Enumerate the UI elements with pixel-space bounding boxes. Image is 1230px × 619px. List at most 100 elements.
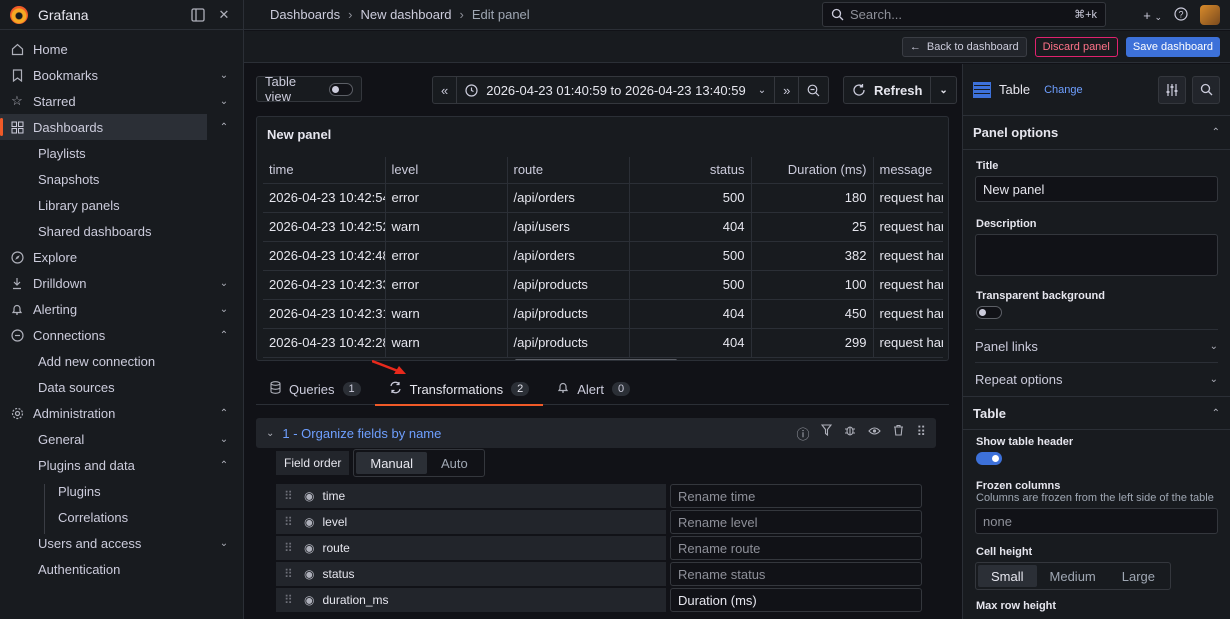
column-header[interactable]: route — [507, 157, 630, 184]
sidebar-item-administration[interactable]: Administration ⌃ — [0, 400, 243, 426]
sidebar-item-shared-dashboards[interactable]: Shared dashboards — [0, 218, 243, 244]
cell-height-medium[interactable]: Medium — [1037, 565, 1109, 587]
close-menu-icon[interactable]: ✕ — [215, 6, 233, 24]
sidebar-item-data-sources[interactable]: Data sources — [0, 374, 243, 400]
eye-icon[interactable]: ◉ — [304, 489, 314, 503]
drag-handle-icon[interactable]: ⠿ — [916, 424, 926, 443]
column-header[interactable]: status — [629, 157, 752, 184]
transformation-header[interactable]: ⌄ 1 - Organize fields by name ⓘ ⠿ — [256, 418, 936, 448]
show-header-switch[interactable] — [976, 452, 1002, 465]
rename-field-input[interactable]: Rename level — [670, 510, 922, 534]
chevron-down-icon[interactable]: ⌄ — [217, 434, 231, 445]
column-header[interactable]: time — [263, 157, 386, 184]
zoom-out-button[interactable] — [799, 77, 828, 103]
chevron-down-icon[interactable]: ⌄ — [217, 278, 231, 289]
chevron-up-icon[interactable]: ⌃ — [217, 408, 231, 419]
chevron-up-icon[interactable]: ⌃ — [217, 460, 231, 471]
discard-panel-button[interactable]: Discard panel — [1034, 36, 1118, 57]
column-header[interactable]: level — [385, 157, 508, 184]
all-options-button[interactable] — [1158, 75, 1186, 104]
sidebar-item-plugins-and-data[interactable]: Plugins and data ⌃ — [0, 452, 243, 478]
sidebar-item-snapshots[interactable]: Snapshots — [0, 166, 243, 192]
drag-handle-icon[interactable]: ⠿ — [284, 515, 304, 529]
sidebar-item-authentication[interactable]: Authentication — [0, 556, 243, 582]
breadcrumb-new-dashboard[interactable]: New dashboard — [360, 7, 451, 22]
table-section-header[interactable]: Table ⌃ — [963, 396, 1230, 430]
eye-icon[interactable]: ◉ — [304, 567, 314, 581]
table-view-toggle[interactable]: Table view — [256, 74, 362, 104]
sidebar-item-starred[interactable]: ☆ Starred ⌄ — [0, 88, 243, 114]
sidebar-item-alerting[interactable]: Alerting ⌄ — [0, 296, 243, 322]
title-input[interactable]: New panel — [975, 176, 1218, 202]
back-to-dashboard-button[interactable]: ← Back to dashboard — [901, 36, 1027, 57]
time-range-button[interactable]: 2026-04-23 01:40:59 to 2026-04-23 13:40:… — [457, 77, 776, 103]
panel-links-section[interactable]: Panel links ⌄ — [975, 330, 1218, 363]
column-header[interactable]: message — [873, 157, 943, 184]
field-order-auto[interactable]: Auto — [427, 452, 482, 474]
sidebar-item-users-and-access[interactable]: Users and access ⌄ — [0, 530, 243, 556]
search-input[interactable]: Search... ⌘+k — [822, 2, 1106, 27]
cell-height-small[interactable]: Small — [978, 565, 1037, 587]
help-icon[interactable]: ? — [1174, 6, 1188, 24]
sidebar-item-plugins[interactable]: Plugins — [0, 478, 243, 504]
grafana-logo-icon[interactable] — [10, 5, 28, 24]
drag-handle-icon[interactable]: ⠿ — [284, 593, 304, 607]
transparent-background-switch[interactable] — [976, 306, 1002, 319]
rename-field-input[interactable]: Rename time — [670, 484, 922, 508]
chevron-up-icon[interactable]: ⌃ — [217, 122, 231, 133]
sidebar-item-dashboards[interactable]: Dashboards ⌃ — [0, 114, 228, 140]
eye-icon[interactable] — [868, 424, 882, 443]
rename-field-input[interactable]: Rename route — [670, 536, 922, 560]
tab-queries[interactable]: Queries 1 — [256, 373, 375, 405]
save-dashboard-button[interactable]: Save dashboard — [1125, 36, 1220, 57]
field-order-manual[interactable]: Manual — [356, 452, 427, 474]
eye-icon[interactable]: ◉ — [304, 593, 314, 607]
refresh-interval-dropdown[interactable]: ⌄ — [931, 77, 955, 103]
drag-handle-icon[interactable]: ⠿ — [284, 567, 304, 581]
sidebar-item-home[interactable]: Home — [0, 36, 243, 62]
drag-handle-icon[interactable]: ⠿ — [284, 489, 304, 503]
chevron-down-icon[interactable]: ⌄ — [266, 428, 274, 439]
add-new-button[interactable]: + ⌄ — [1143, 8, 1162, 23]
chevron-down-icon[interactable]: ⌄ — [217, 304, 231, 315]
sidebar-item-bookmarks[interactable]: Bookmarks ⌄ — [0, 62, 243, 88]
column-header[interactable]: Duration (ms) — [751, 157, 874, 184]
change-visualization-link[interactable]: Change — [1044, 84, 1083, 96]
rename-field-input[interactable]: Duration (ms) — [670, 588, 922, 612]
time-forward-button[interactable]: » — [775, 77, 800, 103]
tab-transformations[interactable]: Transformations 2 — [374, 373, 544, 406]
refresh-button[interactable]: Refresh — [844, 77, 932, 103]
sidebar-item-explore[interactable]: Explore — [0, 244, 243, 270]
sidebar-item-correlations[interactable]: Correlations — [0, 504, 243, 530]
trash-icon[interactable] — [893, 424, 904, 443]
tab-alert[interactable]: Alert 0 — [543, 373, 644, 405]
chevron-down-icon[interactable]: ⌄ — [217, 96, 231, 107]
table-view-switch[interactable] — [328, 82, 353, 96]
avatar[interactable] — [1200, 5, 1220, 25]
horizontal-scrollbar[interactable] — [515, 359, 677, 360]
dock-menu-icon[interactable] — [189, 6, 207, 24]
sidebar-item-connections[interactable]: Connections ⌃ — [0, 322, 243, 348]
cell-height-large[interactable]: Large — [1109, 565, 1168, 587]
sidebar-item-playlists[interactable]: Playlists — [0, 140, 243, 166]
frozen-columns-input[interactable]: none — [975, 508, 1218, 534]
repeat-options-section[interactable]: Repeat options ⌄ — [975, 363, 1218, 396]
description-textarea[interactable] — [975, 234, 1218, 276]
chevron-down-icon[interactable]: ⌄ — [217, 70, 231, 81]
rename-field-input[interactable]: Rename status — [670, 562, 922, 586]
drag-handle-icon[interactable]: ⠿ — [284, 541, 304, 555]
chevron-down-icon[interactable]: ⌄ — [217, 538, 231, 549]
search-options-button[interactable] — [1192, 75, 1220, 104]
sidebar-item-drilldown[interactable]: Drilldown ⌄ — [0, 270, 243, 296]
breadcrumb-dashboards[interactable]: Dashboards — [270, 7, 340, 22]
eye-icon[interactable]: ◉ — [304, 515, 314, 529]
sidebar-item-add-new-connection[interactable]: Add new connection — [0, 348, 243, 374]
eye-icon[interactable]: ◉ — [304, 541, 314, 555]
panel-options-header[interactable]: Panel options ⌃ — [963, 116, 1230, 150]
info-icon[interactable]: ⓘ — [796, 424, 809, 443]
debug-icon[interactable] — [844, 424, 856, 443]
sidebar-item-library-panels[interactable]: Library panels — [0, 192, 243, 218]
time-back-button[interactable]: « — [433, 77, 458, 103]
chevron-up-icon[interactable]: ⌃ — [217, 330, 231, 341]
sidebar-item-general[interactable]: General ⌄ — [0, 426, 243, 452]
